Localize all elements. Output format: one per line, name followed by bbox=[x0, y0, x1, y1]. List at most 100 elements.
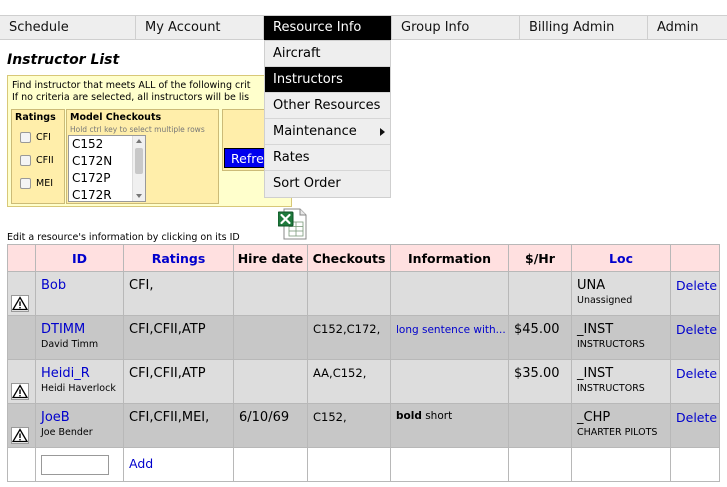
information-cell: long sentence with... bbox=[390, 315, 509, 360]
delete-link[interactable]: Delete bbox=[671, 404, 719, 425]
loc-name: Unassigned bbox=[577, 295, 633, 306]
menu-item-sort-order[interactable]: Sort Order bbox=[265, 171, 390, 197]
ratings-cell: CFI,CFII,ATP bbox=[123, 359, 234, 404]
resource-full-name bbox=[36, 293, 123, 295]
hire-date-value: 6/10/69 bbox=[239, 410, 290, 425]
new-id-input[interactable] bbox=[41, 455, 109, 475]
header-rate: $/Hr bbox=[508, 244, 572, 272]
loc-code: _INST bbox=[577, 322, 614, 337]
scrollbar-thumb[interactable] bbox=[135, 148, 143, 174]
hire-date-cell bbox=[233, 315, 308, 360]
rating-cfi-checkbox[interactable] bbox=[20, 132, 31, 143]
new-row-empty-cell bbox=[670, 447, 720, 482]
menu-item-aircraft[interactable]: Aircraft bbox=[265, 41, 390, 67]
hire-date-value bbox=[234, 360, 307, 366]
delete-link[interactable]: Delete bbox=[671, 272, 719, 293]
header-ratings[interactable]: Ratings bbox=[123, 244, 234, 272]
resource-id-link[interactable]: Bob bbox=[36, 272, 123, 293]
checkouts-value: AA,C152, bbox=[313, 366, 367, 380]
information-cell bbox=[390, 271, 509, 316]
scroll-down-arrow-icon[interactable] bbox=[136, 194, 142, 198]
submenu-arrow-icon bbox=[380, 128, 385, 136]
warning-cell bbox=[7, 315, 36, 360]
resource-full-name: David Timm bbox=[41, 339, 99, 350]
rate-cell: $45.00 bbox=[508, 315, 572, 360]
rating-mei-checkbox[interactable] bbox=[20, 178, 31, 189]
warning-cell bbox=[7, 271, 36, 316]
hire-date-value bbox=[234, 316, 307, 322]
edit-hint: Edit a resource's information by clickin… bbox=[7, 232, 240, 243]
hire-date-cell bbox=[233, 271, 308, 316]
header-id[interactable]: ID bbox=[35, 244, 124, 272]
model-checkouts-hint: Hold ctrl key to select multiple rows bbox=[70, 125, 205, 134]
nav-resource-info[interactable]: Resource Info bbox=[264, 16, 392, 40]
nav-admin[interactable]: Admin bbox=[648, 16, 727, 40]
loc-name: INSTRUCTORS bbox=[577, 339, 645, 350]
ratings-cell: CFI,CFII,ATP bbox=[123, 315, 234, 360]
delete-cell: Delete bbox=[670, 271, 720, 316]
rating-cfii-label: CFII bbox=[36, 155, 54, 166]
information-cell bbox=[390, 359, 509, 404]
information-link[interactable]: long sentence with... bbox=[396, 324, 506, 336]
ratings-cell: CFI,CFII,MEI, bbox=[123, 403, 234, 448]
delete-cell: Delete bbox=[670, 359, 720, 404]
ratings-title: Ratings bbox=[15, 112, 56, 123]
rating-cfii-option[interactable]: CFII bbox=[20, 155, 54, 166]
header-delete bbox=[670, 244, 720, 272]
delete-cell: Delete bbox=[670, 403, 720, 448]
resource-info-dropdown: Aircraft Instructors Other Resources Mai… bbox=[264, 40, 391, 198]
nav-schedule[interactable]: Schedule bbox=[0, 16, 136, 40]
warning-cell bbox=[7, 359, 36, 404]
delete-cell: Delete bbox=[670, 315, 720, 360]
loc-name: INSTRUCTORS bbox=[577, 383, 645, 394]
hire-date-cell: 6/10/69 bbox=[233, 403, 308, 448]
rate-value: $45.00 bbox=[514, 322, 560, 337]
menu-item-maintenance-label: Maintenance bbox=[273, 124, 357, 139]
add-cell: Add bbox=[123, 447, 234, 482]
add-link[interactable]: Add bbox=[124, 448, 233, 471]
filter-panel: Find instructor that meets ALL of the fo… bbox=[7, 75, 292, 207]
resource-id-link[interactable]: DTIMM bbox=[36, 316, 123, 337]
checkouts-cell: C152,C172, bbox=[307, 315, 391, 360]
rate-cell: $35.00 bbox=[508, 359, 572, 404]
rating-cfi-option[interactable]: CFI bbox=[20, 132, 51, 143]
rate-value bbox=[509, 272, 571, 278]
id-cell: JoeB Joe Bender bbox=[35, 403, 124, 448]
nav-my-account[interactable]: My Account bbox=[136, 16, 264, 40]
id-cell: Bob bbox=[35, 271, 124, 316]
checkouts-cell bbox=[307, 271, 391, 316]
checkouts-cell: AA,C152, bbox=[307, 359, 391, 404]
menu-item-rates[interactable]: Rates bbox=[265, 145, 390, 171]
delete-link[interactable]: Delete bbox=[671, 316, 719, 337]
model-checkouts-filter: Model Checkouts Hold ctrl key to select … bbox=[66, 109, 219, 204]
listbox-scrollbar[interactable] bbox=[132, 136, 145, 201]
information-text: short bbox=[421, 410, 453, 422]
delete-link[interactable]: Delete bbox=[671, 360, 719, 381]
new-row-empty-cell bbox=[508, 447, 572, 482]
warning-icon bbox=[11, 295, 29, 312]
menu-item-instructors[interactable]: Instructors bbox=[265, 67, 390, 93]
model-checkouts-listbox[interactable]: C152 C172N C172P C172R bbox=[68, 135, 146, 202]
resource-id-link[interactable]: JoeB bbox=[36, 404, 123, 425]
menu-item-other-resources[interactable]: Other Resources bbox=[265, 93, 390, 119]
rating-mei-option[interactable]: MEI bbox=[20, 178, 53, 189]
information-cell: bold short bbox=[390, 403, 509, 448]
nav-billing-admin[interactable]: Billing Admin bbox=[520, 16, 648, 40]
header-hire-date: Hire date bbox=[233, 244, 308, 272]
header-checkouts: Checkouts bbox=[307, 244, 391, 272]
nav-group-info[interactable]: Group Info bbox=[392, 16, 520, 40]
main-nav: Schedule My Account Resource Info Group … bbox=[0, 15, 727, 40]
hire-date-cell bbox=[233, 359, 308, 404]
excel-export-icon[interactable] bbox=[278, 208, 308, 240]
loc-cell: _CHP CHARTER PILOTS bbox=[571, 403, 671, 448]
resource-id-link[interactable]: Heidi_R bbox=[36, 360, 123, 381]
scroll-up-arrow-icon[interactable] bbox=[136, 139, 142, 143]
rating-cfii-checkbox[interactable] bbox=[20, 155, 31, 166]
ratings-cell: CFI, bbox=[123, 271, 234, 316]
instructor-table: ID Ratings Hire date Checkouts Informati… bbox=[7, 244, 720, 482]
loc-name: CHARTER PILOTS bbox=[577, 427, 658, 438]
filter-instructions-line1: Find instructor that meets ALL of the fo… bbox=[12, 80, 251, 91]
header-loc[interactable]: Loc bbox=[571, 244, 671, 272]
menu-item-maintenance[interactable]: Maintenance bbox=[265, 119, 390, 145]
ratings-value: CFI,CFII,ATP bbox=[129, 322, 206, 337]
